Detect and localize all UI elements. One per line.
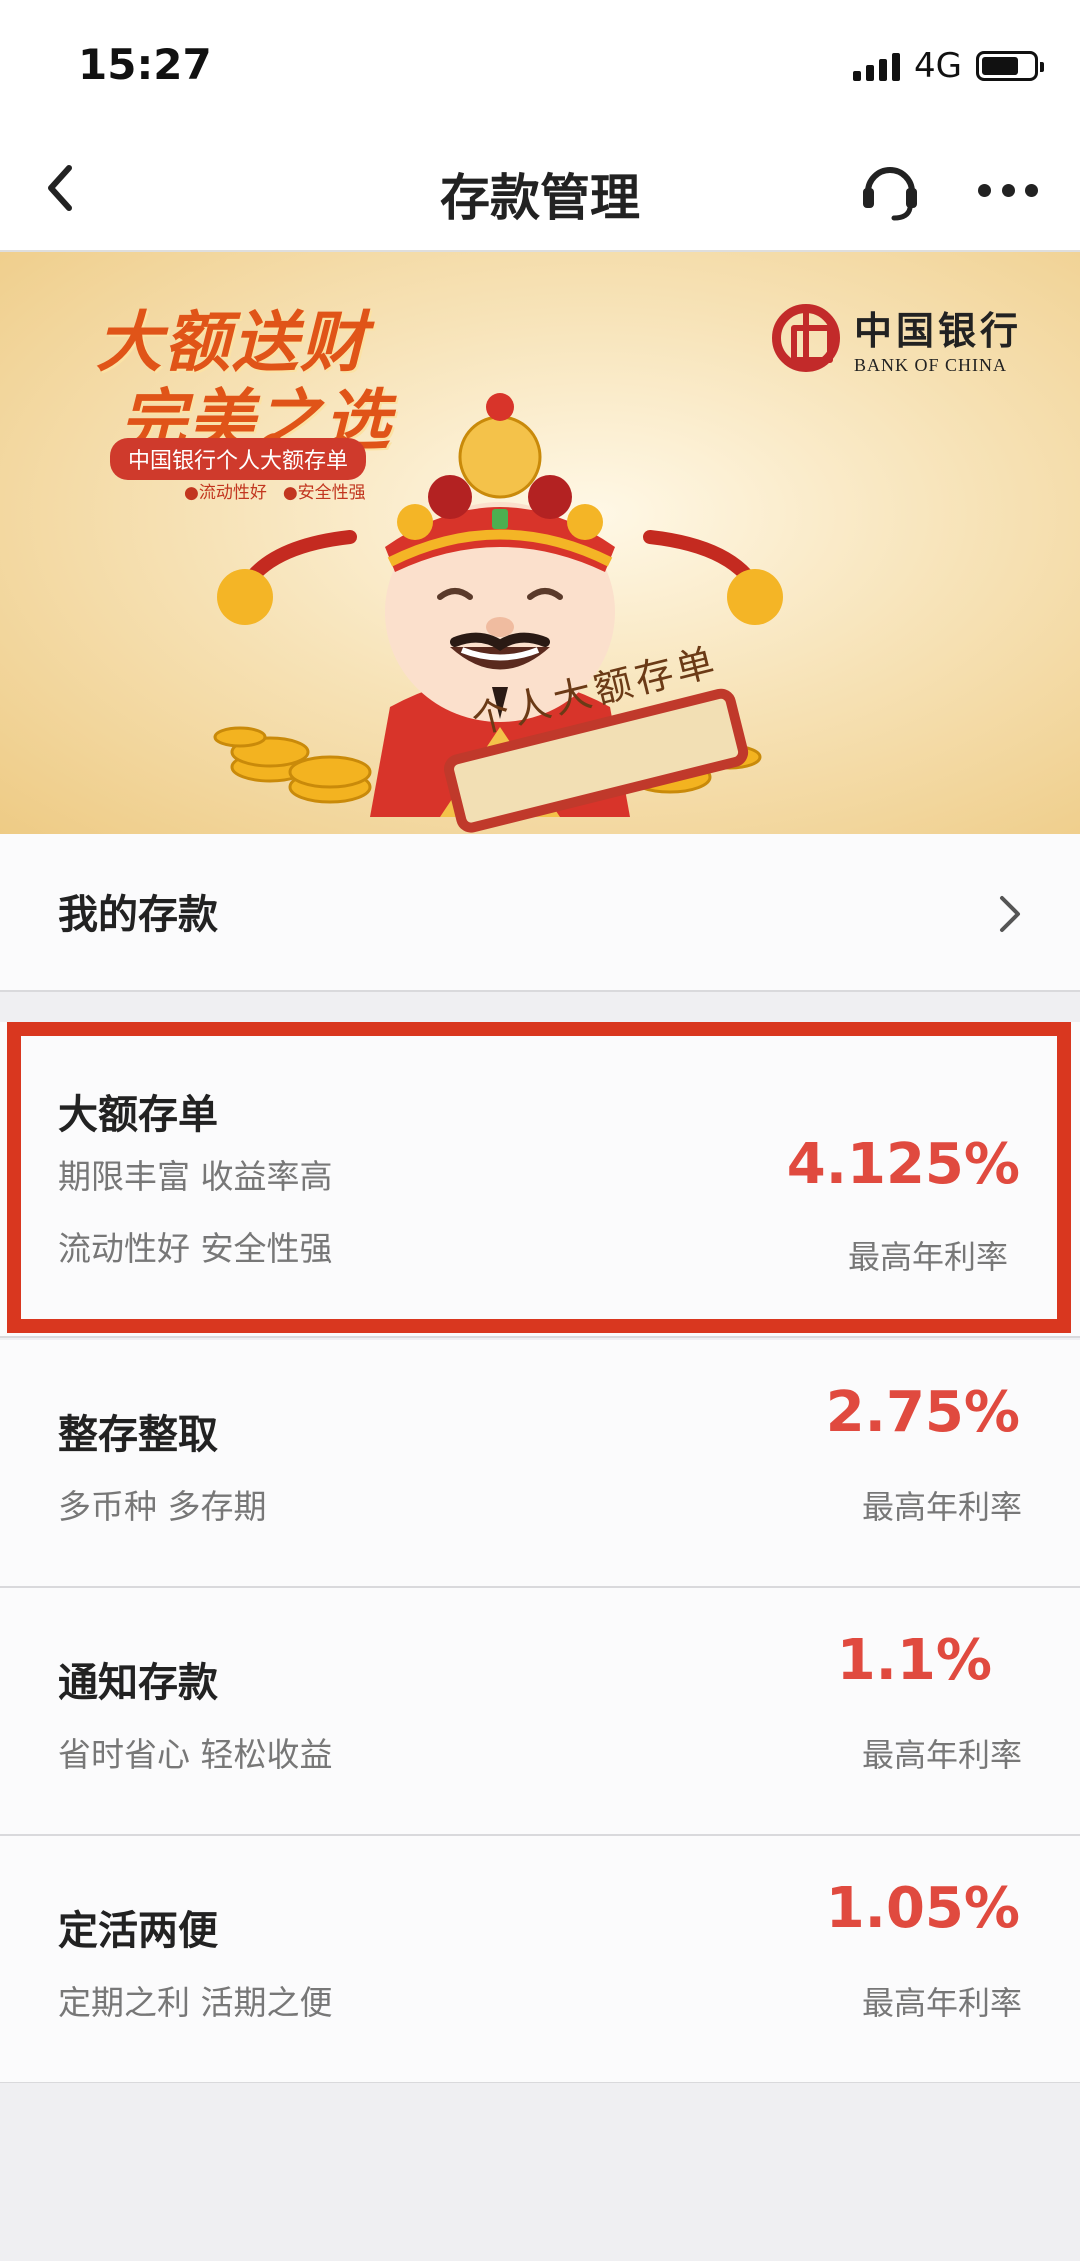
battery-icon: [976, 51, 1044, 81]
more-dot: [1001, 183, 1015, 197]
product-subtitle: 省时省心 轻松收益: [58, 1735, 333, 1774]
page-bottom-background: [0, 2083, 1080, 2261]
product-subtitle: 期限丰富 收益率高: [58, 1157, 333, 1196]
product-row-notice-deposit[interactable]: 通知存款 省时省心 轻松收益 1.1% 最高年利率: [0, 1588, 1080, 1836]
my-deposit-label: 我的存款: [58, 892, 218, 938]
product-title: 通知存款: [58, 1660, 218, 1706]
more-dot: [1025, 183, 1038, 197]
my-deposit-row[interactable]: 我的存款: [0, 834, 1080, 992]
product-title: 大额存单: [58, 1092, 218, 1138]
customer-service-button[interactable]: [860, 158, 920, 222]
product-subtitle: 多币种 多存期: [58, 1487, 267, 1526]
promo-banner[interactable]: 大额送财 完美之选 中国银行个人大额存单 ●流动性好 ●安全性强 中国银行 BA…: [0, 252, 1080, 834]
more-dot: [978, 183, 991, 197]
product-subtitle: 流动性好 安全性强: [58, 1229, 333, 1268]
more-button[interactable]: [978, 178, 1038, 202]
product-rate: 1.1%: [836, 1628, 992, 1693]
headset-icon: [863, 167, 917, 221]
product-rate-label: 最高年利率: [861, 1736, 1022, 1774]
bank-name-cn: 中国银行: [854, 308, 1023, 353]
status-indicators: 4G: [853, 46, 1044, 86]
product-rate-label: 最高年利率: [861, 1984, 1022, 2022]
signal-icon: [853, 51, 901, 81]
product-title: 整存整取: [58, 1412, 218, 1458]
product-rate: 1.05%: [825, 1876, 1020, 1941]
chevron-right-icon: [1000, 896, 1020, 932]
product-rate-label: 最高年利率: [861, 1488, 1022, 1526]
status-bar: 15:27 4G: [0, 0, 1080, 130]
product-title: 定活两便: [58, 1908, 218, 1954]
god-of-wealth-illustration: [213, 393, 783, 833]
product-row-fixed-deposit[interactable]: 整存整取 多币种 多存期 2.75% 最高年利率: [0, 1340, 1080, 1588]
product-rate: 2.75%: [825, 1380, 1020, 1445]
product-rate-label: 最高年利率: [847, 1238, 1008, 1276]
network-type: 4G: [914, 46, 962, 86]
bank-logo: 中国银行 BANK OF CHINA: [772, 300, 1022, 376]
nav-bar: 存款管理: [0, 130, 1080, 252]
product-rate: 4.125%: [786, 1132, 1020, 1197]
bank-name-en: BANK OF CHINA: [854, 355, 1008, 375]
product-subtitle: 定期之利 活期之便: [58, 1983, 333, 2022]
product-row-flexible-deposit[interactable]: 定活两便 定期之利 活期之便 1.05% 最高年利率: [0, 1836, 1080, 2084]
status-time: 15:27: [78, 40, 212, 89]
product-row-large-cd[interactable]: 大额存单 期限丰富 收益率高 流动性好 安全性强 4.125% 最高年利率: [0, 1022, 1080, 1338]
